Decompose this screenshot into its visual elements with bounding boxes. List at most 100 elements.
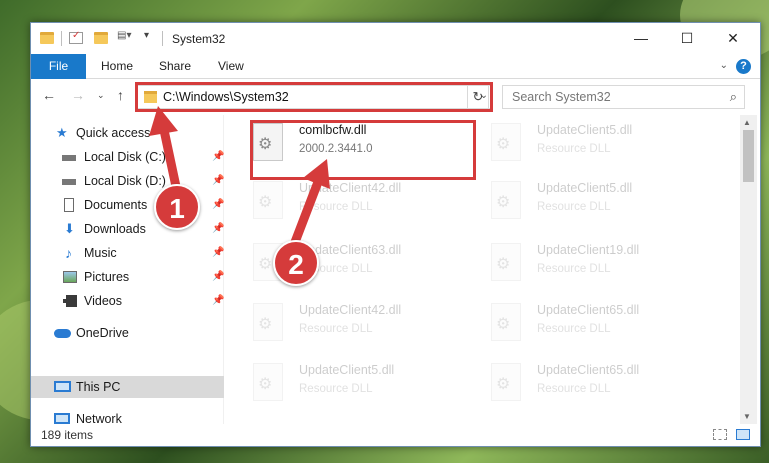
dll-file-icon: ⚙: [491, 243, 521, 281]
search-input[interactable]: Search System32 ⌕: [502, 85, 745, 109]
gear-icon: ⚙: [258, 256, 273, 273]
documents-icon: [64, 198, 74, 212]
sidebar-item-label: Downloads: [84, 222, 146, 236]
pin-icon[interactable]: 📌: [212, 170, 224, 192]
expand-ribbon-icon[interactable]: ⌄: [720, 60, 728, 71]
file-item[interactable]: ⚙ UpdateClient5.dll Resource DLL: [225, 355, 445, 411]
file-type: Resource DLL: [537, 323, 611, 335]
sidebar-item-music[interactable]: ♪ Music 📌: [31, 242, 224, 264]
gear-icon: ⚙: [496, 316, 511, 333]
sidebar-item-label: Videos: [84, 294, 122, 308]
pin-icon[interactable]: 📌: [212, 266, 224, 288]
music-icon: ♪: [65, 245, 72, 261]
window-title: System32: [172, 32, 226, 46]
details-view-icon[interactable]: [713, 429, 727, 440]
file-name: UpdateClient5.dll: [299, 363, 395, 377]
properties-icon[interactable]: ✓: [69, 30, 83, 44]
tab-file[interactable]: File: [31, 54, 86, 79]
pin-icon[interactable]: 📌: [212, 242, 224, 264]
tab-share[interactable]: Share: [159, 54, 191, 79]
ribbon-tabs: File Home Share View ⌄ ?: [31, 54, 760, 79]
file-item[interactable]: ⚙ UpdateClient63.dll Resource DLL: [225, 235, 445, 291]
gear-icon: ⚙: [258, 316, 273, 333]
gear-icon: ⚙: [496, 256, 511, 273]
sidebar-item-local-disk-d[interactable]: Local Disk (D:) 📌: [31, 170, 224, 192]
chevron-down-icon[interactable]: ▾: [144, 30, 158, 42]
dll-file-icon: ⚙: [253, 363, 283, 401]
help-icon[interactable]: ?: [736, 59, 751, 74]
forward-arrow-icon[interactable]: →: [71, 87, 85, 103]
dll-file-icon: ⚙: [491, 181, 521, 219]
dll-file-icon: ⚙: [253, 181, 283, 219]
file-name: UpdateClient65.dll: [537, 303, 640, 317]
close-button[interactable]: ✕: [710, 23, 756, 54]
file-type: Resource DLL: [299, 201, 373, 213]
network-icon: [54, 413, 70, 424]
file-type: Resource DLL: [537, 201, 611, 213]
computer-icon: [54, 381, 71, 392]
pin-icon[interactable]: 📌: [212, 218, 224, 240]
file-item[interactable]: ⚙ UpdateClient5.dll Resource DLL: [463, 173, 683, 229]
sidebar-item-quick-access[interactable]: ★ Quick access: [31, 122, 224, 144]
dll-file-icon: ⚙: [491, 303, 521, 341]
vertical-scrollbar[interactable]: ▲ ▼: [740, 115, 757, 424]
file-item[interactable]: ⚙ UpdateClient5.dll Resource DLL: [463, 115, 683, 171]
up-arrow-icon[interactable]: ↑: [117, 87, 124, 103]
dll-file-icon: ⚙: [491, 363, 521, 401]
file-item[interactable]: ⚙ UpdateClient42.dll Resource DLL: [225, 173, 445, 229]
step-2-badge: 2: [273, 240, 319, 286]
file-type: Resource DLL: [537, 263, 611, 275]
sidebar-item-label: Pictures: [84, 270, 130, 284]
file-name: UpdateClient42.dll: [299, 303, 402, 317]
navigation-pane: ★ Quick access Local Disk (C:) 📌 Local D…: [31, 115, 224, 426]
sidebar-item-downloads[interactable]: ⬇ Downloads 📌: [31, 218, 224, 240]
download-icon: ⬇: [64, 221, 75, 236]
maximize-button[interactable]: ☐: [664, 23, 710, 54]
file-highlight-box: [250, 120, 476, 180]
file-type: Resource DLL: [299, 323, 373, 335]
sidebar-item-pictures[interactable]: Pictures 📌: [31, 266, 224, 288]
dll-file-icon: ⚙: [253, 303, 283, 341]
file-name: UpdateClient65.dll: [537, 363, 640, 377]
divider: [162, 31, 163, 46]
tab-home[interactable]: Home: [101, 54, 133, 79]
customize-quick-access-icon[interactable]: ▤▾: [117, 30, 131, 42]
minimize-button[interactable]: —: [618, 23, 664, 54]
drive-icon: [62, 155, 76, 161]
gear-icon: ⚙: [496, 376, 511, 393]
star-icon: ★: [56, 125, 68, 140]
sidebar-item-onedrive[interactable]: OneDrive: [31, 322, 224, 344]
sidebar-item-label: Music: [84, 246, 117, 260]
scroll-up-icon[interactable]: ▲: [743, 118, 751, 127]
dll-file-icon: ⚙: [491, 123, 521, 161]
file-type: Resource DLL: [537, 383, 611, 395]
gear-icon: ⚙: [496, 136, 511, 153]
sidebar-item-local-disk-c[interactable]: Local Disk (C:) 📌: [31, 146, 224, 168]
sidebar-item-videos[interactable]: Videos 📌: [31, 290, 224, 312]
file-item[interactable]: ⚙ UpdateClient65.dll Resource DLL: [463, 355, 683, 411]
scroll-down-icon[interactable]: ▼: [743, 412, 751, 421]
recent-locations-icon[interactable]: ⌄: [97, 90, 105, 101]
sidebar-item-label: Local Disk (D:): [84, 174, 166, 188]
back-arrow-icon[interactable]: ←: [42, 87, 56, 103]
new-folder-icon[interactable]: [94, 32, 108, 44]
scrollbar-thumb[interactable]: [743, 130, 754, 182]
sidebar-item-label: Quick access: [76, 126, 151, 140]
search-icon[interactable]: ⌕: [730, 89, 737, 105]
large-icons-view-icon[interactable]: [736, 429, 750, 440]
file-item[interactable]: ⚙ UpdateClient19.dll Resource DLL: [463, 235, 683, 291]
file-item[interactable]: ⚙ UpdateClient65.dll Resource DLL: [463, 295, 683, 351]
file-name: UpdateClient19.dll: [537, 243, 640, 257]
pin-icon[interactable]: 📌: [212, 290, 224, 312]
status-bar: 189 items: [31, 424, 760, 446]
drive-icon: [62, 179, 76, 185]
tab-view[interactable]: View: [218, 54, 244, 79]
sidebar-item-label: This PC: [76, 380, 121, 394]
pin-icon[interactable]: 📌: [212, 146, 224, 168]
gear-icon: ⚙: [496, 194, 511, 211]
file-item[interactable]: ⚙ UpdateClient42.dll Resource DLL: [225, 295, 445, 351]
sidebar-item-this-pc[interactable]: This PC: [31, 376, 224, 398]
pin-icon[interactable]: 📌: [212, 194, 224, 216]
folder-icon: [40, 32, 54, 44]
gear-icon: ⚙: [258, 194, 273, 211]
